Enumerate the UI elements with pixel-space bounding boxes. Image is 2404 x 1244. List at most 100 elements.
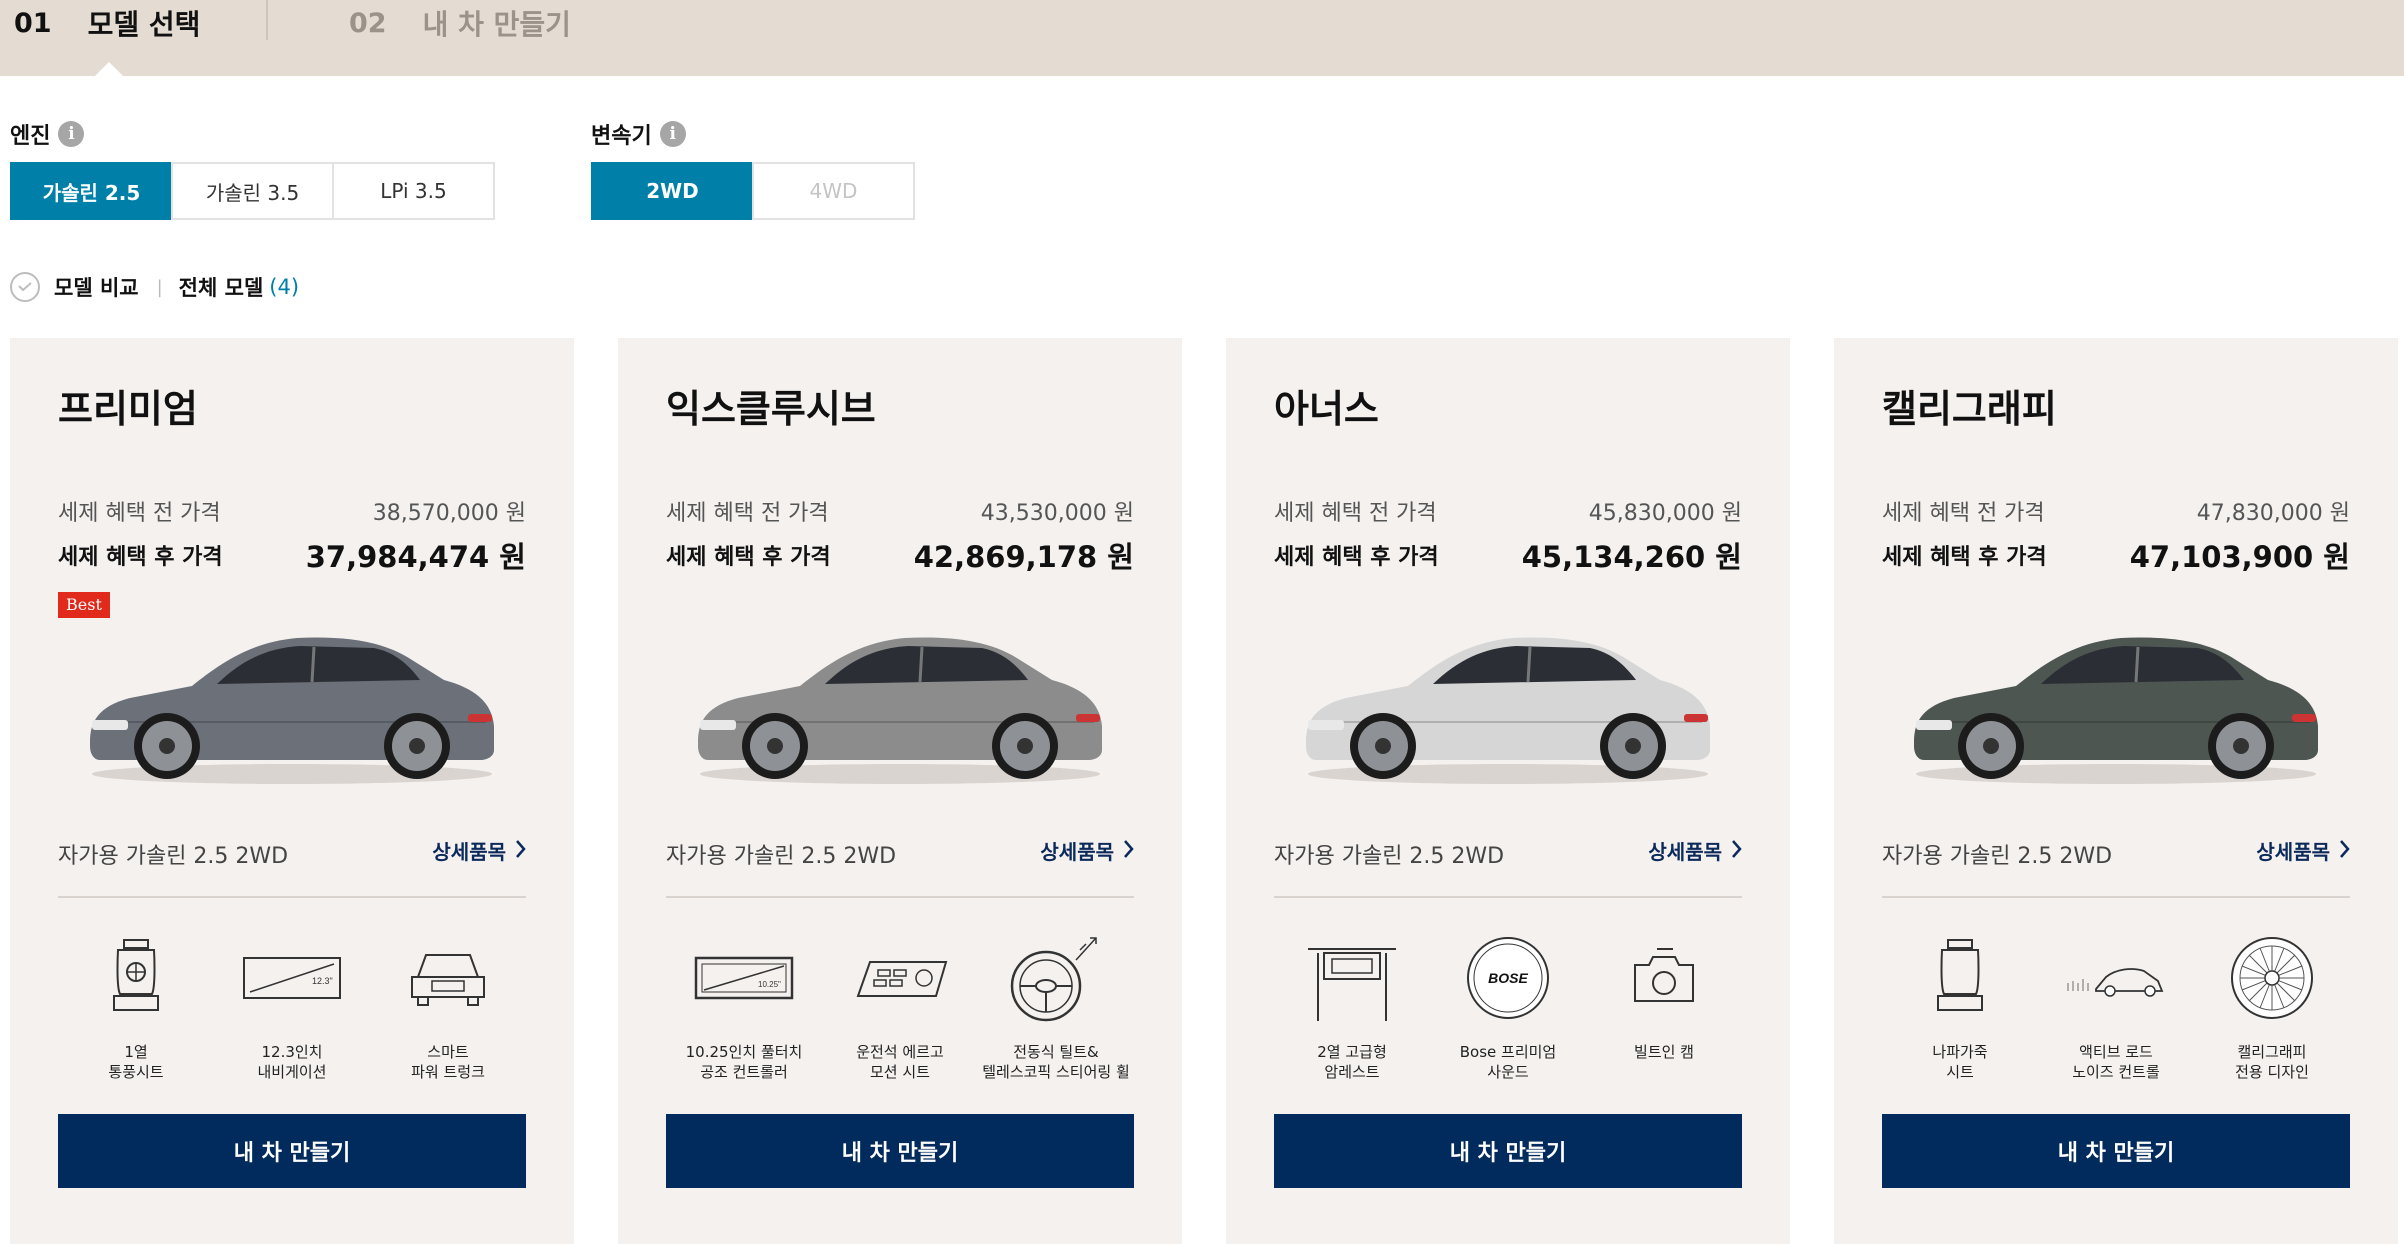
model-compare-label[interactable]: 모델 비교 bbox=[54, 272, 139, 302]
model-card: 아너스 세제 혜택 전 가격 45,830,000 원 세제 혜택 후 가격 4… bbox=[1226, 338, 1790, 1244]
price-before-label: 세제 혜택 전 가격 bbox=[666, 501, 829, 526]
car-image bbox=[90, 637, 494, 784]
transmission-option-4wd[interactable]: 4WD bbox=[752, 162, 915, 220]
feature-label: 12.3인치 내비게이션 bbox=[257, 1043, 327, 1081]
info-icon[interactable]: i bbox=[659, 121, 686, 147]
model-card: 캘리그래피 세제 혜택 전 가격 47,830,000 원 세제 혜택 후 가격… bbox=[1834, 338, 2398, 1244]
make-my-car-button[interactable]: 내 차 만들기 bbox=[1274, 1114, 1742, 1188]
price-after-value: 37,984,474 원 bbox=[305, 540, 526, 574]
info-icon[interactable]: i bbox=[58, 121, 85, 147]
price-after-value: 42,869,178 원 bbox=[913, 540, 1134, 574]
model-name: 캘리그래피 bbox=[1882, 387, 2057, 431]
feature-item: 2열 고급형 암레스트 bbox=[1274, 930, 1430, 1082]
detail-link-label: 상세품목 bbox=[432, 840, 506, 864]
model-card: 익스클루시브 세제 혜택 전 가격 43,530,000 원 세제 혜택 후 가… bbox=[618, 338, 1182, 1244]
make-my-car-button[interactable]: 내 차 만들기 bbox=[58, 1114, 526, 1188]
feature-item: 나파가죽 시트 bbox=[1882, 930, 2038, 1082]
transmission-label: 변속기 bbox=[591, 124, 652, 149]
spec-text: 자가용 가솔린 2.5 2WD bbox=[58, 844, 289, 869]
checkmark-icon[interactable] bbox=[10, 272, 40, 302]
feature-label: 캘리그래피 전용 디자인 bbox=[2235, 1043, 2309, 1081]
detail-link-label: 상세품목 bbox=[1648, 840, 1722, 864]
price-after-row: 세제 혜택 후 가격 42,869,178 원 bbox=[666, 534, 1134, 576]
price-before-label: 세제 혜택 전 가격 bbox=[58, 501, 221, 526]
feature-label: Bose 프리미엄 사운드 bbox=[1459, 1043, 1557, 1081]
bose-logo-text: BOSE bbox=[1488, 970, 1528, 986]
feature-label: 나파가죽 시트 bbox=[1932, 1043, 1988, 1081]
engine-option-gasoline-3-5[interactable]: 가솔린 3.5 bbox=[171, 162, 334, 220]
ventilated-seat-icon bbox=[86, 930, 186, 1026]
feature-label: 2열 고급형 암레스트 bbox=[1317, 1043, 1387, 1081]
steering-wheel-icon bbox=[1006, 930, 1106, 1026]
engine-selector: 가솔린 2.5 가솔린 3.5 LPi 3.5 bbox=[10, 162, 495, 220]
price-after-label: 세제 혜택 후 가격 bbox=[1274, 545, 1439, 570]
price-before-value: 47,830,000 원 bbox=[2196, 501, 2350, 526]
armrest-icon bbox=[1302, 930, 1402, 1026]
divider bbox=[1274, 896, 1742, 898]
price-before-label: 세제 혜택 전 가격 bbox=[1274, 501, 1437, 526]
feature-label: 전동식 틸트& 텔레스코픽 스티어링 휠 bbox=[982, 1043, 1130, 1081]
divider bbox=[58, 896, 526, 898]
detail-link[interactable]: 상세품목 bbox=[2256, 836, 2350, 865]
price-after-value: 47,103,900 원 bbox=[2129, 540, 2350, 574]
price-after-row: 세제 혜택 후 가격 45,134,260 원 bbox=[1274, 534, 1742, 576]
power-trunk-icon bbox=[398, 930, 498, 1026]
feature-list: 2열 고급형 암레스트 BOSE Bose 프리미엄 사운드 빌트인 캠 bbox=[1274, 930, 1742, 1082]
spec-text: 자가용 가솔린 2.5 2WD bbox=[1274, 844, 1505, 869]
step-2-tab[interactable]: 02 내 차 만들기 bbox=[349, 0, 571, 46]
transmission-option-2wd[interactable]: 2WD bbox=[591, 162, 754, 220]
feature-item: 빌트인 캠 bbox=[1586, 930, 1742, 1082]
chevron-right-icon bbox=[2340, 839, 2350, 863]
step-2-number: 02 bbox=[349, 7, 387, 39]
spec-text: 자가용 가솔린 2.5 2WD bbox=[1882, 844, 2113, 869]
price-after-label: 세제 혜택 후 가격 bbox=[58, 545, 223, 570]
step-divider bbox=[266, 0, 268, 40]
transmission-label-group: 변속기 i bbox=[591, 118, 686, 150]
divider bbox=[1882, 896, 2350, 898]
chevron-right-icon bbox=[1124, 839, 1134, 863]
feature-item: BOSE Bose 프리미엄 사운드 bbox=[1430, 930, 1586, 1082]
detail-link[interactable]: 상세품목 bbox=[1648, 836, 1742, 865]
model-name: 익스클루시브 bbox=[666, 387, 876, 431]
divider bbox=[666, 896, 1134, 898]
detail-link[interactable]: 상세품목 bbox=[432, 836, 526, 865]
feature-label: 1열 통풍시트 bbox=[108, 1043, 164, 1081]
feature-item: 캘리그래피 전용 디자인 bbox=[2194, 930, 2350, 1082]
price-before-label: 세제 혜택 전 가격 bbox=[1882, 501, 2045, 526]
engine-label-group: 엔진 i bbox=[10, 118, 85, 150]
feature-label: 빌트인 캠 bbox=[1634, 1043, 1694, 1061]
detail-link[interactable]: 상세품목 bbox=[1040, 836, 1134, 865]
step-1-tab[interactable]: 01 모델 선택 bbox=[14, 0, 200, 46]
model-card: 프리미엄 세제 혜택 전 가격 38,570,000 원 세제 혜택 후 가격 … bbox=[10, 338, 574, 1244]
nappa-seat-icon bbox=[1910, 930, 2010, 1026]
car-image bbox=[698, 637, 1102, 784]
engine-option-gasoline-2-5[interactable]: 가솔린 2.5 bbox=[10, 162, 173, 220]
spec-text: 자가용 가솔린 2.5 2WD bbox=[666, 844, 897, 869]
feature-item: 10.25" 10.25인치 풀터치 공조 컨트롤러 bbox=[666, 930, 822, 1082]
feature-item: 12.3" 12.3인치 내비게이션 bbox=[214, 930, 370, 1082]
feature-list: 나파가죽 시트 액티브 로드 노이즈 컨트롤 캘리그래피 전용 디자인 bbox=[1882, 930, 2350, 1082]
price-after-row: 세제 혜택 후 가격 47,103,900 원 bbox=[1882, 534, 2350, 576]
model-name: 프리미엄 bbox=[58, 387, 198, 431]
make-my-car-button[interactable]: 내 차 만들기 bbox=[666, 1114, 1134, 1188]
chevron-right-icon bbox=[516, 839, 526, 863]
active-step-caret bbox=[94, 62, 124, 77]
step-1-label: 모델 선택 bbox=[87, 8, 201, 41]
detail-link-label: 상세품목 bbox=[1040, 840, 1114, 864]
engine-label: 엔진 bbox=[10, 124, 51, 149]
all-models-label: 전체 모델 bbox=[178, 276, 264, 300]
price-before-value: 38,570,000 원 bbox=[372, 501, 526, 526]
price-before-row: 세제 혜택 전 가격 45,830,000 원 bbox=[1274, 495, 1742, 527]
transmission-selector: 2WD 4WD bbox=[591, 162, 915, 220]
price-before-value: 45,830,000 원 bbox=[1588, 501, 1742, 526]
builtin-cam-icon bbox=[1614, 930, 1714, 1026]
engine-option-lpi-3-5[interactable]: LPi 3.5 bbox=[332, 162, 495, 220]
feature-label: 운전석 에르고 모션 시트 bbox=[856, 1043, 944, 1081]
model-name: 아너스 bbox=[1274, 387, 1379, 431]
svg-text:12.3": 12.3" bbox=[312, 976, 333, 986]
step-1-number: 01 bbox=[14, 7, 52, 39]
feature-item: 스마트 파워 트렁크 bbox=[370, 930, 526, 1082]
feature-label: 액티브 로드 노이즈 컨트롤 bbox=[2072, 1043, 2160, 1081]
make-my-car-button[interactable]: 내 차 만들기 bbox=[1882, 1114, 2350, 1188]
calligraphy-wheel-icon bbox=[2222, 930, 2322, 1026]
